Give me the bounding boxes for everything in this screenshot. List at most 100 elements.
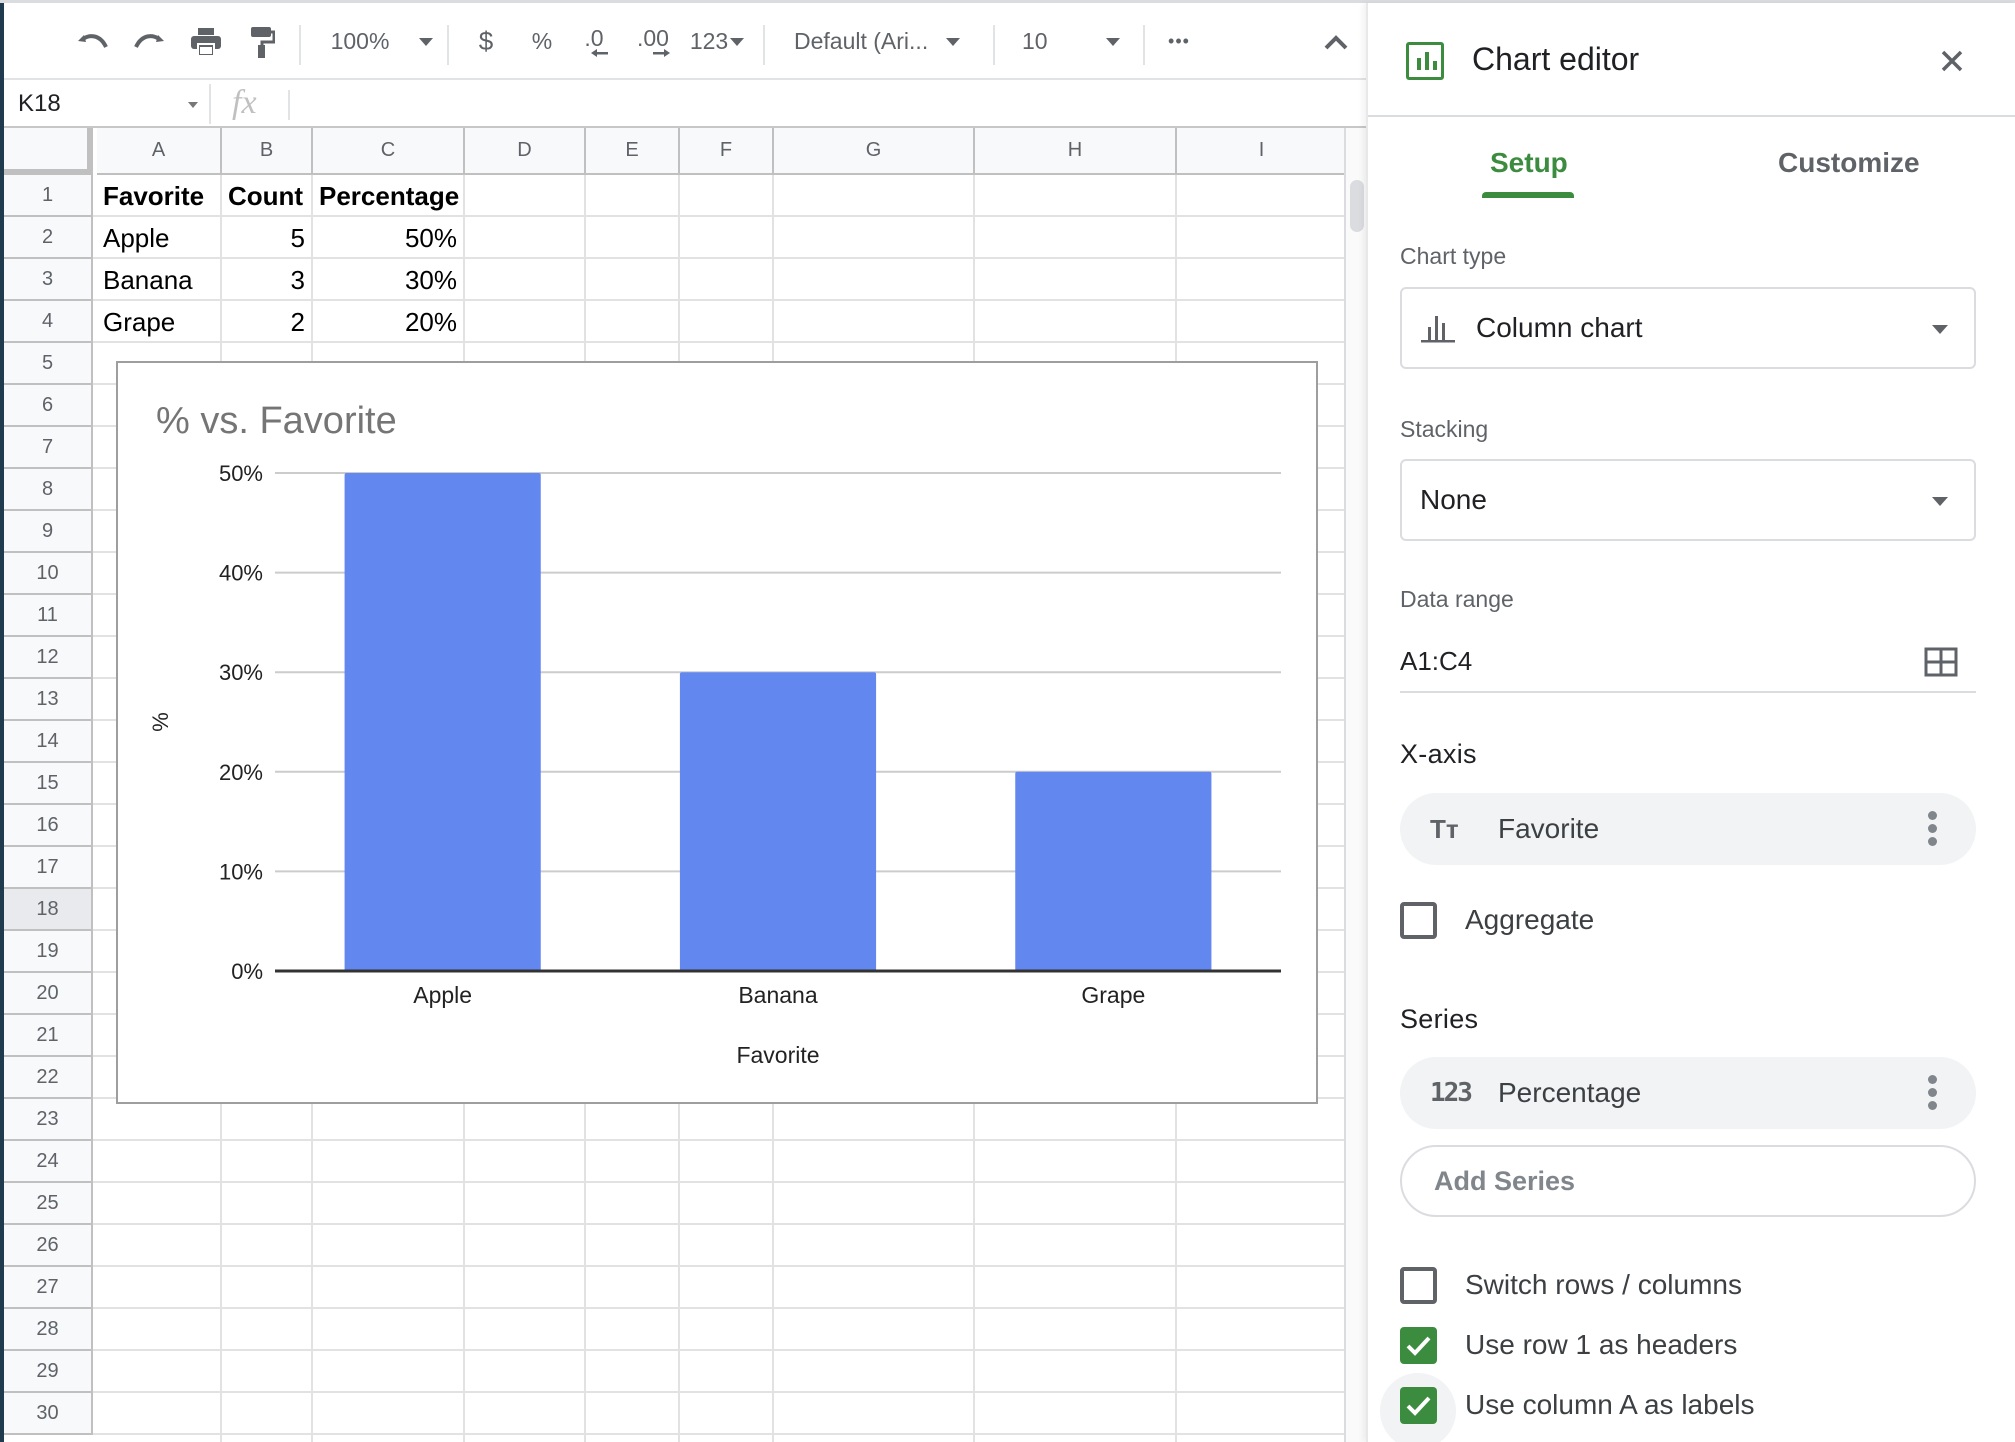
row-header-23[interactable]: 23 xyxy=(4,1099,93,1141)
select-range-grid-icon[interactable] xyxy=(1924,647,1958,677)
row-header-17[interactable]: 17 xyxy=(4,847,93,889)
row-header-11[interactable]: 11 xyxy=(4,595,93,637)
spreadsheet-app: 100% $ % .0 .00 123 Default (Ari... 10 •… xyxy=(0,0,2015,1442)
row-header-1[interactable]: 1 xyxy=(4,175,93,217)
increase-decimal-button[interactable]: .00 xyxy=(628,3,678,80)
decrease-decimal-button[interactable]: .0 xyxy=(572,3,616,80)
embedded-chart[interactable]: % vs. Favorite 0% 10% 20% 30% 40% 50% Apple Bana… xyxy=(116,361,1318,1104)
row-header-2[interactable]: 2 xyxy=(4,217,93,259)
cell-A4[interactable]: Grape xyxy=(97,301,220,343)
row-header-6[interactable]: 6 xyxy=(4,385,93,427)
add-series-button[interactable]: Add Series xyxy=(1400,1145,1976,1217)
row-header-21[interactable]: 21 xyxy=(4,1015,93,1057)
row-header-13[interactable]: 13 xyxy=(4,679,93,721)
row-header-22[interactable]: 22 xyxy=(4,1057,93,1099)
redo-button[interactable] xyxy=(128,3,172,80)
series-chip[interactable]: 123 Percentage xyxy=(1400,1057,1976,1129)
row-header-5[interactable]: 5 xyxy=(4,343,93,385)
paint-format-button[interactable] xyxy=(240,3,284,80)
row-header-25[interactable]: 25 xyxy=(4,1183,93,1225)
chart-type-select[interactable]: Column chart xyxy=(1400,287,1976,369)
tab-setup[interactable]: Setup xyxy=(1490,147,1568,179)
row-header-28[interactable]: 28 xyxy=(4,1309,93,1351)
toolbar-divider xyxy=(299,25,301,65)
zoom-select[interactable]: 100% xyxy=(322,3,442,80)
undo-button[interactable] xyxy=(70,3,114,80)
row-header-19[interactable]: 19 xyxy=(4,931,93,973)
row-header-7[interactable]: 7 xyxy=(4,427,93,469)
switch-rows-columns-row[interactable]: Switch rows / columns xyxy=(1400,1263,1742,1307)
use-row1-headers-checkbox[interactable] xyxy=(1400,1326,1437,1364)
more-vert-icon[interactable] xyxy=(1928,811,1938,847)
close-button[interactable] xyxy=(1934,43,1970,79)
use-columnA-labels-row[interactable]: Use column A as labels xyxy=(1400,1383,1755,1427)
column-header-A[interactable]: A xyxy=(97,128,222,175)
cell-B1[interactable]: Count xyxy=(222,175,311,217)
column-header-I[interactable]: I xyxy=(1177,128,1344,175)
switch-rows-columns-checkbox[interactable] xyxy=(1400,1266,1437,1304)
font-size-select[interactable]: 10 xyxy=(1022,3,1134,80)
more-button[interactable]: ••• xyxy=(1154,3,1204,80)
select-all-corner[interactable] xyxy=(4,128,93,175)
column-header-D[interactable]: D xyxy=(465,128,586,175)
row-header-26[interactable]: 26 xyxy=(4,1225,93,1267)
redo-icon xyxy=(134,33,164,48)
fx-icon: fx xyxy=(232,84,257,121)
name-box[interactable]: K18 xyxy=(18,80,198,128)
cell-A3[interactable]: Banana xyxy=(97,259,220,301)
x-axis-chip[interactable]: Tт Favorite xyxy=(1400,793,1976,865)
row-header-29[interactable]: 29 xyxy=(4,1351,93,1393)
format-currency-button[interactable]: $ xyxy=(466,3,506,80)
row-header-4[interactable]: 4 xyxy=(4,301,93,343)
more-formats-button[interactable]: 123 xyxy=(684,3,750,80)
chart-editor-header: Chart editor xyxy=(1368,3,2015,117)
more-vert-icon[interactable] xyxy=(1928,1075,1938,1111)
row-header-3[interactable]: 3 xyxy=(4,259,93,301)
row-header-30[interactable]: 30 xyxy=(4,1393,93,1435)
use-row1-headers-row[interactable]: Use row 1 as headers xyxy=(1400,1323,1737,1367)
row-header-14[interactable]: 14 xyxy=(4,721,93,763)
cell-C1[interactable]: Percentage xyxy=(313,175,463,217)
row-header-27[interactable]: 27 xyxy=(4,1267,93,1309)
font-select[interactable]: Default (Ari... xyxy=(794,3,984,80)
column-header-G[interactable]: G xyxy=(774,128,975,175)
cell-A2[interactable]: Apple xyxy=(97,217,220,259)
column-header-C[interactable]: C xyxy=(313,128,465,175)
scrollbar-thumb[interactable] xyxy=(1350,180,1364,232)
row-header-12[interactable]: 12 xyxy=(4,637,93,679)
cell-B3[interactable]: 3 xyxy=(222,259,311,301)
format-percent-button[interactable]: % xyxy=(522,3,562,80)
row-header-18[interactable]: 18 xyxy=(4,889,93,931)
vertical-scrollbar[interactable] xyxy=(1344,128,1366,1442)
column-header-H[interactable]: H xyxy=(975,128,1177,175)
row-header-9[interactable]: 9 xyxy=(4,511,93,553)
row-header-24[interactable]: 24 xyxy=(4,1141,93,1183)
cell-A1[interactable]: Favorite xyxy=(97,175,220,217)
aggregate-checkbox[interactable] xyxy=(1400,901,1437,939)
stacking-select[interactable]: None xyxy=(1400,459,1976,541)
cell-B2[interactable]: 5 xyxy=(222,217,311,259)
row-header-20[interactable]: 20 xyxy=(4,973,93,1015)
aggregate-checkbox-row[interactable]: Aggregate xyxy=(1400,898,1594,942)
row-header-8[interactable]: 8 xyxy=(4,469,93,511)
data-range-input[interactable]: A1:C4 xyxy=(1400,631,1976,693)
check-icon xyxy=(1406,1336,1431,1356)
tab-customize[interactable]: Customize xyxy=(1778,147,1920,179)
cell-C2[interactable]: 50% xyxy=(313,217,463,259)
x-axis-heading: X-axis xyxy=(1400,739,1477,769)
row-header-16[interactable]: 16 xyxy=(4,805,93,847)
column-header-B[interactable]: B xyxy=(222,128,313,175)
use-columnA-labels-checkbox[interactable] xyxy=(1400,1386,1437,1424)
row-header-10[interactable]: 10 xyxy=(4,553,93,595)
print-button[interactable] xyxy=(184,3,228,80)
cell-B4[interactable]: 2 xyxy=(222,301,311,343)
column-header-E[interactable]: E xyxy=(586,128,680,175)
cell-C3[interactable]: 30% xyxy=(313,259,463,301)
formula-input[interactable] xyxy=(304,80,1344,128)
collapse-toolbar-button[interactable] xyxy=(1314,3,1358,80)
chart-type-label: Chart type xyxy=(1400,243,1507,269)
cell-C4[interactable]: 20% xyxy=(313,301,463,343)
gridline-horizontal xyxy=(93,1307,1344,1309)
row-header-15[interactable]: 15 xyxy=(4,763,93,805)
column-header-F[interactable]: F xyxy=(680,128,774,175)
